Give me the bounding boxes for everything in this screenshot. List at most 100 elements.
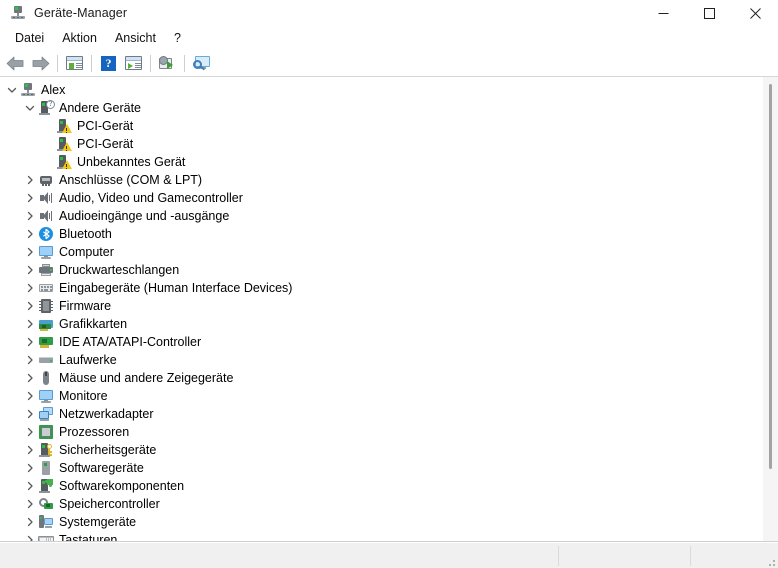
tree-node-label: Andere Geräte	[59, 101, 141, 115]
chevron-right-icon[interactable]	[22, 315, 38, 333]
device-manager-window: Geräte-Manager Datei Aktion Ansicht ? ? …	[0, 0, 778, 568]
tree-node-label: IDE ATA/ATAPI-Controller	[59, 335, 202, 349]
graphics-card-icon	[38, 316, 54, 332]
tree-node[interactable]: Firmware	[0, 297, 778, 315]
update-driver-button[interactable]	[121, 52, 146, 75]
chevron-right-icon[interactable]	[22, 477, 38, 495]
help-icon: ?	[101, 55, 116, 71]
tree-node[interactable]: Tastaturen	[0, 531, 778, 542]
software-component-icon	[38, 478, 54, 494]
chevron-right-icon[interactable]	[22, 261, 38, 279]
maximize-button[interactable]	[686, 0, 732, 26]
chevron-right-icon[interactable]	[22, 387, 38, 405]
chevron-right-icon[interactable]	[22, 243, 38, 261]
tree-node-label: Audio, Video und Gamecontroller	[59, 191, 243, 205]
tree-node-label: Unbekanntes Gerät	[77, 155, 186, 169]
tree-node[interactable]: Speichercontroller	[0, 495, 778, 513]
chevron-right-icon[interactable]	[22, 351, 38, 369]
chevron-right-icon[interactable]	[22, 369, 38, 387]
chevron-right-icon[interactable]	[22, 225, 38, 243]
forward-button[interactable]	[28, 52, 53, 75]
chevron-down-icon[interactable]	[4, 81, 20, 99]
tree-node[interactable]: Softwaregeräte	[0, 459, 778, 477]
close-button[interactable]	[732, 0, 778, 26]
scan-hardware-button[interactable]	[155, 52, 180, 75]
tree-node[interactable]: Netzwerkadapter	[0, 405, 778, 423]
tree-node[interactable]: Audio, Video und Gamecontroller	[0, 189, 778, 207]
tree-node[interactable]: Prozessoren	[0, 423, 778, 441]
tree-node[interactable]: Softwarekomponenten	[0, 477, 778, 495]
status-cell-middle	[558, 543, 690, 568]
back-arrow-icon	[6, 56, 24, 70]
monitor-icon	[38, 388, 54, 404]
menu-bar: Datei Aktion Ansicht ?	[0, 26, 778, 50]
tree-node[interactable]: Eingabegeräte (Human Interface Devices)	[0, 279, 778, 297]
chevron-right-icon[interactable]	[22, 531, 38, 541]
tree-node[interactable]: Mäuse und andere Zeigegeräte	[0, 369, 778, 387]
chevron-right-icon[interactable]	[22, 171, 38, 189]
toolbar-separator	[91, 54, 92, 72]
tree-node[interactable]: Monitore	[0, 387, 778, 405]
tree-node[interactable]: Systemgeräte	[0, 513, 778, 531]
speaker-icon	[38, 190, 54, 206]
tree-node-label: Softwaregeräte	[59, 461, 144, 475]
chevron-right-icon[interactable]	[22, 333, 38, 351]
tree-node[interactable]: Unbekanntes Gerät	[0, 153, 778, 171]
properties-button[interactable]	[62, 52, 87, 75]
tree-node[interactable]: IDE ATA/ATAPI-Controller	[0, 333, 778, 351]
chevron-right-icon[interactable]	[22, 279, 38, 297]
tree-node-label: Tastaturen	[59, 533, 118, 542]
menu-aktion[interactable]: Aktion	[53, 27, 106, 49]
system-device-icon	[38, 514, 54, 530]
chevron-right-icon[interactable]	[22, 513, 38, 531]
toolbar-separator	[150, 54, 151, 72]
tree-node-label: Anschlüsse (COM & LPT)	[59, 173, 203, 187]
chevron-right-icon[interactable]	[22, 495, 38, 513]
tree-node-label: Eingabegeräte (Human Interface Devices)	[59, 281, 293, 295]
tree-node[interactable]: Audioeingänge und -ausgänge	[0, 207, 778, 225]
chevron-right-icon[interactable]	[22, 207, 38, 225]
show-devices-button[interactable]	[189, 52, 214, 75]
chevron-down-icon[interactable]	[22, 99, 38, 117]
tree-node[interactable]: Bluetooth	[0, 225, 778, 243]
tree-node[interactable]: ? Andere Geräte	[0, 99, 778, 117]
back-button[interactable]	[3, 52, 28, 75]
properties-icon	[66, 56, 83, 70]
resize-grip-icon[interactable]	[764, 555, 776, 567]
tree-node[interactable]: Alex	[0, 81, 778, 99]
tree-node[interactable]: Grafikkarten	[0, 315, 778, 333]
tree-node[interactable]: Laufwerke	[0, 351, 778, 369]
warning-device-icon	[56, 118, 72, 134]
tree-node-label: Systemgeräte	[59, 515, 137, 529]
menu-help[interactable]: ?	[165, 27, 190, 49]
toolbar-separator	[184, 54, 185, 72]
menu-ansicht[interactable]: Ansicht	[106, 27, 165, 49]
chevron-right-icon[interactable]	[22, 459, 38, 477]
vertical-scrollbar[interactable]	[763, 77, 778, 541]
tree-node-label: Computer	[59, 245, 114, 259]
chevron-right-icon[interactable]	[22, 189, 38, 207]
device-tree[interactable]: Alex? Andere Geräte PCI-Gerät PCI-Gerät Unbe…	[0, 81, 778, 542]
keyboard-icon	[38, 532, 54, 541]
menu-datei[interactable]: Datei	[6, 27, 53, 49]
tree-node-label: Audioeingänge und -ausgänge	[59, 209, 230, 223]
tree-node[interactable]: Druckwarteschlangen	[0, 261, 778, 279]
tree-node-label: Firmware	[59, 299, 112, 313]
tree-node[interactable]: Computer	[0, 243, 778, 261]
tree-node-label: Sicherheitsgeräte	[59, 443, 157, 457]
printer-icon	[38, 262, 54, 278]
help-button[interactable]: ?	[96, 52, 121, 75]
chevron-right-icon[interactable]	[22, 297, 38, 315]
tree-node[interactable]: Anschlüsse (COM & LPT)	[0, 171, 778, 189]
scrollbar-thumb[interactable]	[769, 84, 772, 469]
chevron-right-icon[interactable]	[22, 423, 38, 441]
tree-node[interactable]: PCI-Gerät	[0, 135, 778, 153]
tree-node[interactable]: Sicherheitsgeräte	[0, 441, 778, 459]
chevron-right-icon[interactable]	[22, 441, 38, 459]
tree-node-label: PCI-Gerät	[77, 137, 134, 151]
tree-node[interactable]: PCI-Gerät	[0, 117, 778, 135]
minimize-button[interactable]	[640, 0, 686, 26]
chevron-right-icon[interactable]	[22, 405, 38, 423]
security-device-icon	[38, 442, 54, 458]
monitor-icon	[38, 244, 54, 260]
